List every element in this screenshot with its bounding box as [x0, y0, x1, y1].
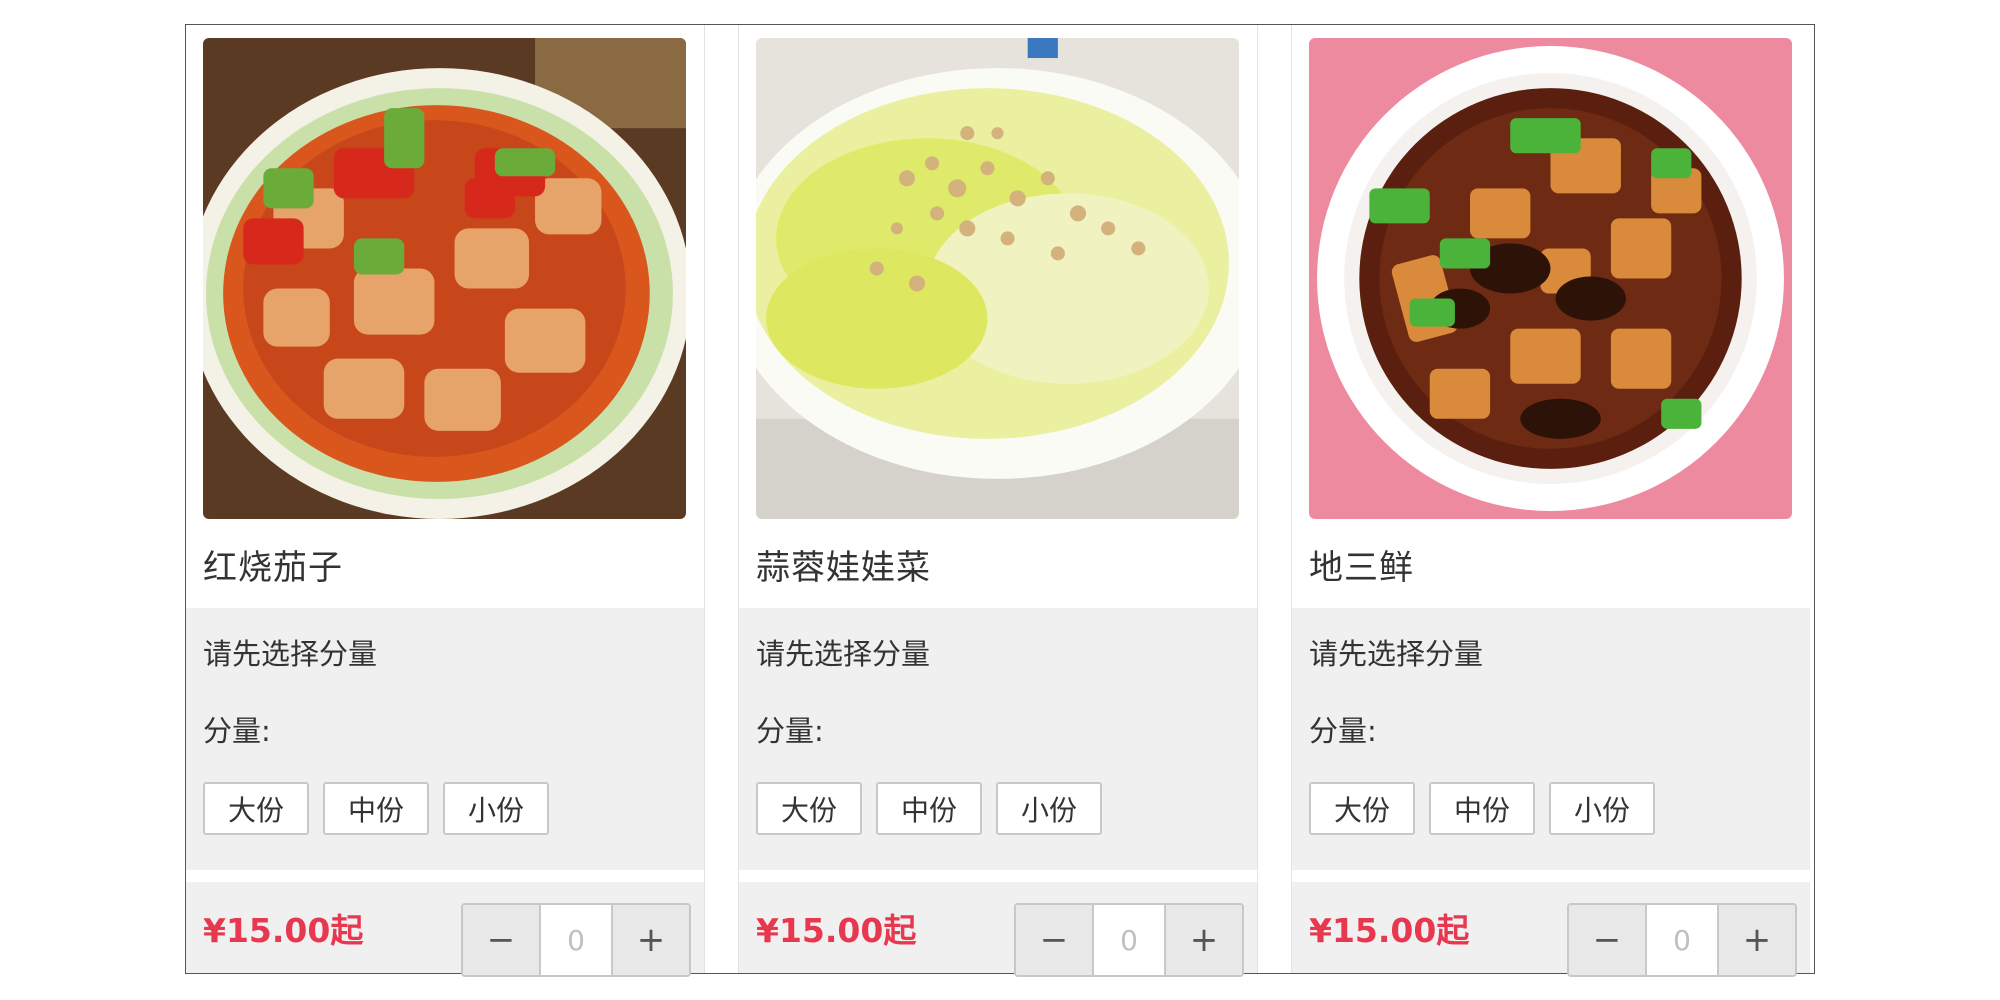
- spec-panel: 请先选择分量 分量: 大份 中份 小份: [186, 608, 704, 870]
- quantity-stepper: − +: [461, 903, 691, 977]
- spec-hint: 请先选择分量: [1309, 637, 1484, 671]
- divider: [186, 870, 704, 882]
- size-medium-button[interactable]: 中份: [323, 782, 429, 835]
- price-label: ¥15.00起: [1309, 911, 1470, 950]
- dish-photo[interactable]: [203, 38, 686, 519]
- spec-label: 分量:: [1309, 714, 1377, 748]
- quantity-input[interactable]: [541, 905, 611, 975]
- dish-image: [1309, 38, 1792, 519]
- size-medium-button[interactable]: 中份: [1429, 782, 1535, 835]
- size-large-button[interactable]: 大份: [1309, 782, 1415, 835]
- spec-hint: 请先选择分量: [756, 637, 931, 671]
- spec-panel: 请先选择分量 分量: 大份 中份 小份: [1292, 608, 1810, 870]
- quantity-stepper: − +: [1014, 903, 1244, 977]
- spec-options: 大份 中份 小份: [1309, 782, 1655, 835]
- spec-label: 分量:: [203, 714, 271, 748]
- increment-button[interactable]: +: [1164, 905, 1242, 975]
- spec-panel: 请先选择分量 分量: 大份 中份 小份: [739, 608, 1257, 870]
- quantity-input[interactable]: [1647, 905, 1717, 975]
- decrement-button[interactable]: −: [1569, 905, 1647, 975]
- size-medium-button[interactable]: 中份: [876, 782, 982, 835]
- spec-options: 大份 中份 小份: [203, 782, 549, 835]
- dish-photo[interactable]: [1309, 38, 1792, 519]
- dish-card: 蒜蓉娃娃菜 请先选择分量 分量: 大份 中份 小份 ¥15.00起 − +: [738, 25, 1258, 977]
- increment-button[interactable]: +: [1717, 905, 1795, 975]
- price-label: ¥15.00起: [203, 911, 364, 950]
- size-small-button[interactable]: 小份: [443, 782, 549, 835]
- spec-hint: 请先选择分量: [203, 637, 378, 671]
- spec-label: 分量:: [756, 714, 824, 748]
- dish-image: [756, 38, 1239, 519]
- dish-image: [203, 38, 686, 519]
- size-large-button[interactable]: 大份: [756, 782, 862, 835]
- dish-name: 红烧茄子: [203, 548, 343, 588]
- divider: [1292, 870, 1810, 882]
- dish-list: 红烧茄子 请先选择分量 分量: 大份 中份 小份 ¥15.00起 − +: [185, 24, 1815, 977]
- card-footer: ¥15.00起 − +: [739, 882, 1257, 977]
- quantity-stepper: − +: [1567, 903, 1797, 977]
- card-footer: ¥15.00起 − +: [1292, 882, 1810, 977]
- dish-name: 蒜蓉娃娃菜: [756, 548, 931, 588]
- decrement-button[interactable]: −: [463, 905, 541, 975]
- dish-card: 地三鲜 请先选择分量 分量: 大份 中份 小份 ¥15.00起 − +: [1291, 25, 1810, 977]
- size-small-button[interactable]: 小份: [996, 782, 1102, 835]
- decrement-button[interactable]: −: [1016, 905, 1094, 975]
- price-label: ¥15.00起: [756, 911, 917, 950]
- dish-name: 地三鲜: [1309, 548, 1414, 588]
- dish-photo[interactable]: [756, 38, 1239, 519]
- spec-options: 大份 中份 小份: [756, 782, 1102, 835]
- dish-card: 红烧茄子 请先选择分量 分量: 大份 中份 小份 ¥15.00起 − +: [186, 25, 705, 977]
- card-footer: ¥15.00起 − +: [186, 882, 704, 977]
- increment-button[interactable]: +: [611, 905, 689, 975]
- size-large-button[interactable]: 大份: [203, 782, 309, 835]
- divider: [739, 870, 1257, 882]
- size-small-button[interactable]: 小份: [1549, 782, 1655, 835]
- quantity-input[interactable]: [1094, 905, 1164, 975]
